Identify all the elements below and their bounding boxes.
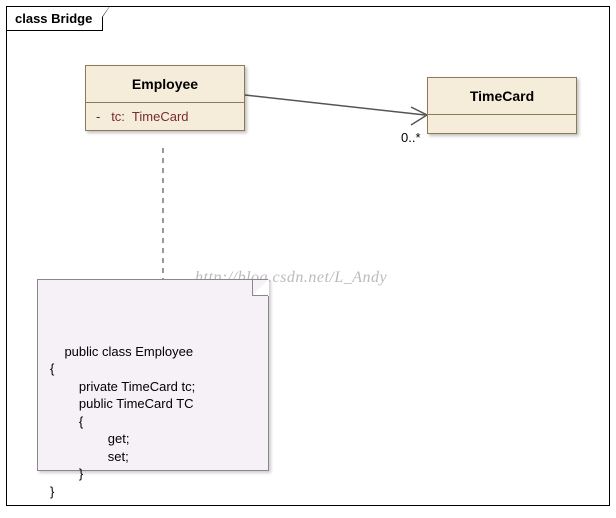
class-name: TimeCard [428, 78, 576, 115]
attribute-compartment: - tc: TimeCard [86, 103, 244, 130]
class-name: Employee [86, 66, 244, 103]
open-arrowhead-icon [411, 107, 427, 125]
class-timecard: TimeCard [427, 77, 577, 134]
multiplicity-label: 0..* [401, 130, 421, 145]
note-fold-icon [252, 280, 268, 296]
note-code-text: public class Employee { private TimeCard… [50, 344, 195, 499]
association-line [245, 95, 425, 115]
attribute-tc: - tc: TimeCard [96, 109, 234, 124]
class-employee: Employee - tc: TimeCard [85, 65, 245, 131]
diagram-frame: class Bridge Employee - tc: TimeCard Tim… [6, 6, 610, 506]
attr-type: TimeCard [132, 109, 189, 124]
attr-visibility: - [96, 109, 100, 124]
frame-title: class Bridge [15, 11, 92, 26]
frame-label: class Bridge [6, 6, 103, 31]
code-note: public class Employee { private TimeCard… [37, 279, 269, 471]
attr-name: tc: [111, 109, 125, 124]
attribute-compartment [428, 115, 576, 133]
